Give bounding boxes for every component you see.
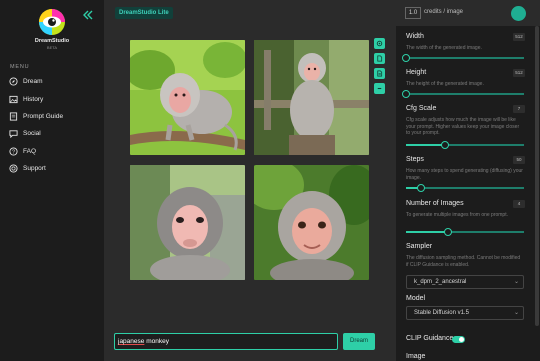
width-slider[interactable] xyxy=(402,54,524,62)
prompt-input[interactable]: japanese monkey xyxy=(114,333,338,350)
model-select[interactable]: Stable Diffusion v1.5 ⌄ xyxy=(406,306,524,320)
height-title: Height xyxy=(406,69,427,76)
slider-fill xyxy=(406,231,449,233)
zoom-button[interactable] xyxy=(374,38,385,49)
file-text-icon xyxy=(377,70,383,77)
credits-value: 1.0 xyxy=(405,7,421,19)
model-selected-value: Stable Diffusion v1.5 xyxy=(414,310,469,316)
compass-icon xyxy=(9,76,18,86)
generated-image-3[interactable] xyxy=(130,165,245,280)
width-value: 512 xyxy=(513,33,525,41)
generated-image-1[interactable] xyxy=(130,40,245,155)
height-value: 512 xyxy=(513,69,525,77)
avatar[interactable] xyxy=(511,6,526,21)
cfg-description: Cfg scale adjusts how much the image wil… xyxy=(406,117,520,136)
generated-image-4[interactable] xyxy=(254,165,369,280)
chevron-down-icon: ⌄ xyxy=(513,310,519,316)
credits-label: credits / image xyxy=(424,9,464,15)
sidebar-item-faq[interactable]: ? FAQ xyxy=(9,145,36,157)
sidebar-item-social[interactable]: Social xyxy=(9,127,41,139)
version-badge: DreamStudio Lite xyxy=(115,7,173,19)
width-description: The width of the generated image. xyxy=(406,45,482,51)
height-description: The height of the generated image. xyxy=(406,81,484,87)
clip-guidance-toggle[interactable] xyxy=(452,336,465,343)
dream-button[interactable]: Dream xyxy=(343,333,375,350)
sampler-description: The diffusion sampling method. Cannot be… xyxy=(406,255,521,268)
num-images-value: 4 xyxy=(513,200,525,208)
file-icon xyxy=(377,55,383,62)
sidebar-item-label: Support xyxy=(23,164,46,172)
sidebar-item-dream[interactable]: Dream xyxy=(9,75,43,87)
panel-scrollbar[interactable] xyxy=(535,26,539,326)
sidebar-item-label: Prompt Guide xyxy=(23,112,64,120)
support-icon xyxy=(9,163,18,173)
cfg-title: Cfg Scale xyxy=(406,105,437,112)
image-section-title: Image xyxy=(406,353,426,360)
zoom-icon xyxy=(376,40,383,47)
download-button[interactable] xyxy=(374,53,385,64)
num-images-description: To generate multiple images from one pro… xyxy=(406,212,508,218)
clip-guidance-title: CLIP Guidance xyxy=(406,335,454,342)
dreamstudio-logo-icon[interactable] xyxy=(38,8,66,36)
chat-icon xyxy=(9,129,18,138)
sidebar-item-prompt-guide[interactable]: Prompt Guide xyxy=(9,110,63,122)
copy-settings-button[interactable] xyxy=(374,68,385,79)
prompt-text-word-2: monkey xyxy=(146,338,169,345)
slider-knob[interactable] xyxy=(402,54,410,62)
app-window: DreamStudio BETA MENU Dream History Prom… xyxy=(0,0,540,361)
slider-fill xyxy=(406,144,445,146)
steps-description: How many steps to spend generating (diff… xyxy=(406,168,523,181)
height-slider[interactable] xyxy=(402,90,524,98)
steps-value: 50 xyxy=(513,156,525,164)
num-images-slider[interactable] xyxy=(406,228,524,236)
sidebar-item-support[interactable]: Support xyxy=(9,162,46,174)
sidebar-item-label: FAQ xyxy=(23,147,37,155)
width-title: Width xyxy=(406,33,424,40)
sampler-select[interactable]: k_dpm_2_ancestral ⌄ xyxy=(406,275,524,289)
sampler-title: Sampler xyxy=(406,243,433,250)
collapse-sidebar-button[interactable] xyxy=(82,7,94,20)
sidebar-item-label: Dream xyxy=(23,77,43,85)
sidebar: DreamStudio BETA MENU Dream History Prom… xyxy=(0,0,104,361)
minus-icon xyxy=(377,87,382,90)
svg-text:?: ? xyxy=(12,149,15,155)
steps-slider[interactable] xyxy=(406,184,524,192)
menu-heading: MENU xyxy=(10,64,30,70)
sidebar-item-history[interactable]: History xyxy=(9,93,43,105)
double-chevron-left-icon xyxy=(83,10,93,20)
chevron-down-icon: ⌄ xyxy=(513,279,519,285)
steps-title: Steps xyxy=(406,156,424,163)
remove-button[interactable] xyxy=(374,83,385,94)
sampler-selected-value: k_dpm_2_ancestral xyxy=(414,279,467,285)
prompt-text-word-1: japanese xyxy=(118,338,145,345)
image-icon xyxy=(9,95,18,103)
app-subtitle: BETA xyxy=(46,45,58,50)
cfg-value: 7 xyxy=(513,105,525,113)
book-icon xyxy=(9,111,18,121)
model-title: Model xyxy=(406,295,426,302)
question-icon: ? xyxy=(9,146,18,156)
app-name: DreamStudio xyxy=(34,38,70,44)
cfg-slider[interactable] xyxy=(406,141,524,149)
num-images-title: Number of Images xyxy=(406,200,464,207)
sidebar-item-label: Social xyxy=(23,129,41,137)
sidebar-item-label: History xyxy=(23,95,44,103)
slider-knob[interactable] xyxy=(440,141,449,149)
generated-image-2[interactable] xyxy=(254,40,369,155)
slider-knob[interactable] xyxy=(402,90,410,98)
